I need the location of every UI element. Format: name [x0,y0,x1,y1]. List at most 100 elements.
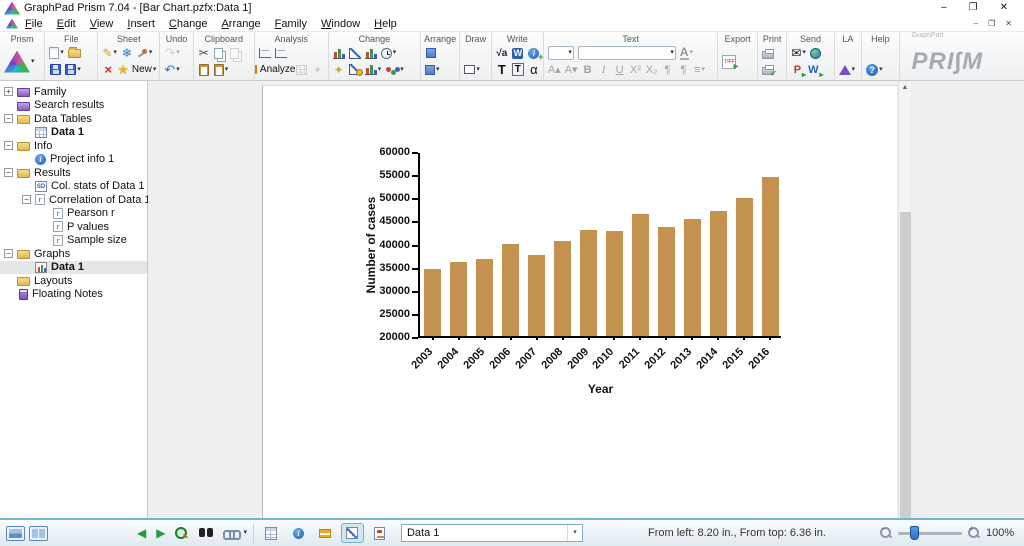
goto-info-button[interactable]: i [287,523,310,543]
contingency-button[interactable] [295,62,309,78]
insert-equation-button[interactable]: √a [495,45,509,61]
paragraph2-button[interactable]: ¶ [677,62,691,78]
wizard-button[interactable]: ✦ [311,62,325,78]
collapse-icon[interactable]: − [4,168,13,177]
menu-arrange[interactable]: Arrange [214,18,267,30]
new-file-button[interactable]: ▾ [48,45,65,61]
child-restore-button[interactable]: ❐ [988,19,995,28]
page-view-button[interactable] [6,526,25,541]
tree-item-search-results[interactable]: Search results [0,99,147,113]
tree-item-col-stats-of-data-1[interactable]: SDCol. stats of Data 1 [0,180,147,194]
tree-item-layouts[interactable]: Layouts [0,274,147,288]
grouped-graph-button[interactable] [364,45,378,61]
bar-2003[interactable] [424,269,441,336]
bring-forward-button[interactable] [424,45,438,61]
menu-change[interactable]: Change [162,18,215,30]
gallery-view-button[interactable] [29,526,48,541]
superscript-button[interactable]: X² [629,62,643,78]
new-sheet-button[interactable]: ★New▾ [117,62,156,78]
bar-2006[interactable] [502,244,519,336]
paste-button[interactable] [197,62,211,78]
tree-item-sample-size[interactable]: rSample size [0,234,147,248]
back-button[interactable]: ◀ [134,526,149,540]
menu-edit[interactable]: Edit [50,18,83,30]
goto-layouts-button[interactable] [368,523,391,543]
send-email-button[interactable]: ✉▾ [790,45,807,61]
paste-ghost-button[interactable] [229,45,243,61]
tree-item-project-info-1[interactable]: iProject info 1 [0,153,147,167]
arrange-objects-button[interactable]: ▾ [424,62,441,78]
tree-item-data-1[interactable]: Data 1 [0,126,147,140]
save-as-button[interactable]: ▾ [64,62,82,78]
analyze-button[interactable]: Analyze [258,62,293,78]
save-button[interactable] [48,62,62,78]
bar-2004[interactable] [450,262,467,336]
align-button[interactable]: ≡▾ [693,62,707,78]
goto-graphs-button[interactable] [341,523,364,543]
collapse-icon[interactable]: − [4,114,13,123]
tree-item-floating-notes[interactable]: Floating Notes [0,288,147,302]
decrease-font-button[interactable]: A▾ [564,62,579,78]
bar-2005[interactable] [476,259,493,336]
open-file-button[interactable] [67,45,82,61]
redo-button[interactable]: ↷▾ [163,45,180,61]
find-icon[interactable] [199,528,213,538]
child-minimize-button[interactable]: – [974,19,978,28]
goto-data-table-button[interactable] [260,523,283,543]
bar-2009[interactable] [580,230,597,336]
goto-results-button[interactable] [314,523,337,543]
increase-font-button[interactable]: A▴ [547,62,562,78]
change-graph-button[interactable]: ▾ [364,62,383,78]
labarchives-button[interactable]: ▾ [838,62,857,78]
search-icon[interactable] [175,527,188,540]
send-web-button[interactable] [809,45,823,61]
paste-special-button[interactable]: ▾ [213,62,230,78]
zoom-slider[interactable] [898,532,962,535]
tree-item-data-tables[interactable]: −Data Tables [0,112,147,126]
change-graph-type-button[interactable] [332,45,346,61]
text-tool-button[interactable]: T [495,62,509,78]
restore-button[interactable]: ❐ [969,1,978,15]
italic-button[interactable]: I [597,62,611,78]
minimize-button[interactable]: – [941,1,947,15]
zoom-out-icon[interactable]: − [880,527,892,539]
cut-button[interactable]: ✂ [197,45,211,61]
collapse-icon[interactable]: − [4,249,13,258]
bar-2011[interactable] [632,214,649,336]
bar-2014[interactable] [710,211,727,336]
bar-2012[interactable] [658,227,675,336]
paragraph-button[interactable]: ¶ [661,62,675,78]
collapse-icon[interactable]: − [22,195,31,204]
bar-2010[interactable] [606,231,623,336]
scroll-up-icon[interactable]: ▲ [899,81,911,95]
collapse-icon[interactable]: − [4,141,13,150]
menu-window[interactable]: Window [314,18,367,30]
bar-2015[interactable] [736,198,753,336]
zoom-graph-button[interactable] [348,45,362,61]
edit-sheet-button[interactable]: ✎▾ [101,45,118,61]
rotate-graph-button[interactable]: ▾ [380,45,398,61]
bar-2007[interactable] [528,255,545,336]
help-button[interactable]: ?▾ [865,62,884,78]
child-close-button[interactable]: ✕ [1005,19,1012,28]
menu-family[interactable]: Family [268,18,314,30]
add-info-note-button[interactable]: i [527,45,541,61]
anova-shortcut-button[interactable] [274,45,288,61]
tree-item-info[interactable]: −Info [0,139,147,153]
expand-icon[interactable]: + [4,87,13,96]
tree-item-family[interactable]: +Family [0,85,147,99]
menu-view[interactable]: View [83,18,121,30]
menu-help[interactable]: Help [367,18,404,30]
bar-2013[interactable] [684,219,701,336]
text-box-button[interactable]: T [511,62,525,78]
export-image-button[interactable]: TIFF [721,54,737,70]
menu-insert[interactable]: Insert [120,18,162,30]
sheet-selector-combo[interactable]: Data 1 ▾ [401,524,583,542]
font-color-button[interactable]: A▾ [679,45,694,61]
freeze-sheet-button[interactable]: ❄ [120,45,134,61]
delete-sheet-button[interactable]: × [101,62,115,78]
underline-button[interactable]: U [613,62,627,78]
scrollbar-thumb[interactable] [900,212,911,518]
link-chain-icon[interactable] [223,529,237,537]
prism-menu-button[interactable]: ▾ [3,54,36,70]
